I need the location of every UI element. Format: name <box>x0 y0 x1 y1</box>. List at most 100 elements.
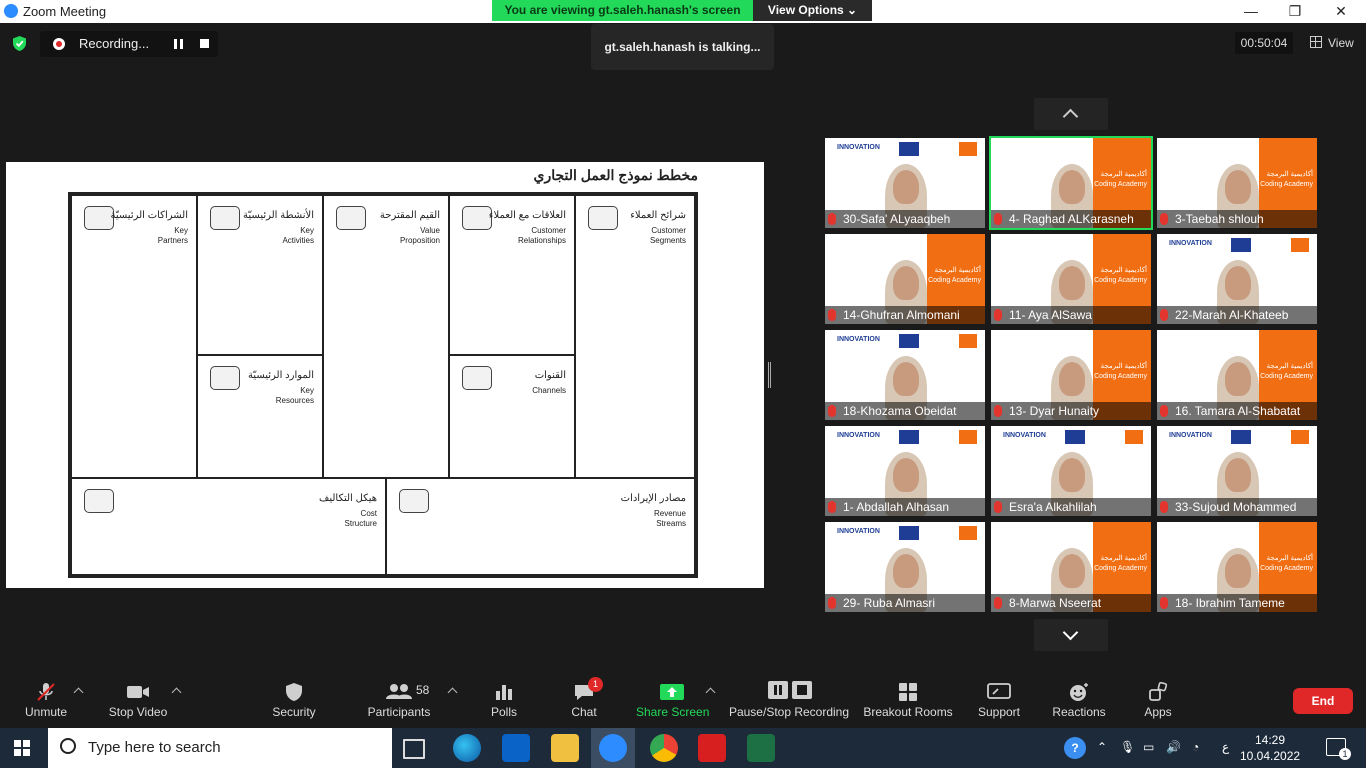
eu-flag-icon <box>1231 238 1251 252</box>
participant-tile[interactable]: INNOVATION 29- Ruba Almasri <box>825 522 985 612</box>
orange-logo-icon <box>959 142 977 156</box>
gallery-prev-page-button[interactable] <box>1034 98 1108 130</box>
eu-flag-icon <box>1065 430 1085 444</box>
participant-tile[interactable]: INNOVATION Esra'a Alkahlilah <box>991 426 1151 516</box>
help-icon[interactable]: ? <box>1064 737 1086 759</box>
eu-flag-icon <box>899 142 919 156</box>
cell-label-ar: العلاقات مع العملاء <box>488 210 566 221</box>
battery-tray-icon[interactable]: ▭ <box>1143 740 1154 754</box>
muted-mic-icon <box>828 501 836 513</box>
participant-tile[interactable]: INNOVATION 30-Safa' ALyaaqbeh <box>825 138 985 228</box>
gift-icon <box>336 206 366 230</box>
participant-name: 13- Dyar Hunaity <box>1009 404 1100 418</box>
muted-mic-icon <box>828 309 836 321</box>
end-meeting-button[interactable]: End <box>1293 688 1353 714</box>
participant-tile[interactable]: أكاديمية البرمجة Coding Academy 16. Tamara… <box>1157 330 1317 420</box>
participant-name: 18-Khozama Obeidat <box>843 404 957 418</box>
participant-face <box>893 170 919 204</box>
participant-face <box>1059 362 1085 396</box>
view-options-button[interactable]: View Options ⌄ <box>753 0 872 21</box>
participant-tile[interactable]: INNOVATION 18-Khozama Obeidat <box>825 330 985 420</box>
security-shield-icon[interactable] <box>11 35 28 52</box>
muted-mic-icon <box>994 597 1002 609</box>
pause-stop-recording-button[interactable]: Pause/Stop Recording <box>728 680 850 719</box>
clock-time: 14:29 <box>1254 733 1286 747</box>
participant-name: 14-Ghufran Almomani <box>843 308 960 322</box>
search-icon <box>60 738 76 754</box>
minimize-button[interactable]: — <box>1228 0 1274 23</box>
cell-label-ar: القنوات <box>534 370 566 381</box>
file-explorer-icon[interactable] <box>551 734 579 762</box>
cell-label-ar: الشراكات الرئيسيّة <box>110 210 189 221</box>
excel-icon[interactable] <box>747 734 775 762</box>
taskbar-clock[interactable]: 14:29 10.04.2022 <box>1240 732 1300 764</box>
task-view-icon[interactable] <box>403 739 425 759</box>
innovation-brand-text: INNOVATION <box>837 432 880 439</box>
cell-label-ar: شرائح العملاء <box>630 210 686 221</box>
muted-mic-icon <box>1160 597 1168 609</box>
muted-mic-icon <box>828 597 836 609</box>
gallery-next-page-button[interactable] <box>1034 619 1108 651</box>
outlook-icon[interactable] <box>502 734 530 762</box>
viewing-screen-banner: You are viewing gt.saleh.hanash's screen <box>492 0 753 21</box>
meeting-timer: 00:50:04 <box>1235 32 1293 54</box>
volume-tray-icon[interactable]: 🔊 <box>1166 740 1181 754</box>
participant-tile[interactable]: أكاديمية البرمجة Coding Academy 8-Marwa Ns… <box>991 522 1151 612</box>
cell-label-en: Key Resources <box>275 386 314 405</box>
edge-browser-icon[interactable] <box>453 734 481 762</box>
participant-tile[interactable]: أكاديمية البرمجة Coding Academy 11- Aya Al… <box>991 234 1151 324</box>
participant-tile[interactable]: INNOVATION 1- Abdallah Alhasan <box>825 426 985 516</box>
cell-label-en: Customer Segments <box>649 226 686 245</box>
breakout-rooms-button[interactable]: Breakout Rooms <box>862 682 954 719</box>
stop-recording-icon[interactable] <box>200 39 209 48</box>
participant-face <box>1225 266 1251 300</box>
record-dot-icon <box>53 38 65 50</box>
language-indicator[interactable]: ع <box>1222 740 1229 754</box>
reactions-button[interactable]: Reactions <box>1050 682 1108 719</box>
participant-tile[interactable]: INNOVATION 22-Marah Al-Khateeb <box>1157 234 1317 324</box>
apps-button[interactable]: Apps <box>1140 681 1176 719</box>
zoom-taskbar-active[interactable] <box>591 728 635 768</box>
participant-tile[interactable]: أكاديمية البرمجة Coding Academy 14-Ghufran… <box>825 234 985 324</box>
participant-tile[interactable]: INNOVATION 33-Sujoud Mohammed <box>1157 426 1317 516</box>
participant-tile[interactable]: أكاديمية البرمجة Coding Academy 18- Ibrahi… <box>1157 522 1317 612</box>
participants-icon <box>386 684 412 699</box>
participant-name: 30-Safa' ALyaaqbeh <box>843 212 951 226</box>
windows-start-icon[interactable] <box>14 740 31 757</box>
heart-icon <box>462 206 492 230</box>
muted-mic-icon <box>994 309 1002 321</box>
polls-button[interactable]: Polls <box>486 682 522 719</box>
chrome-browser-icon[interactable] <box>650 734 678 762</box>
support-button[interactable]: Support <box>974 682 1024 719</box>
cell-label-en: Cost Structure <box>344 509 377 528</box>
maximize-button[interactable]: ❐ <box>1272 0 1318 23</box>
participant-tile[interactable]: أكاديمية البرمجة Coding Academy 13- Dyar H… <box>991 330 1151 420</box>
stop-video-button[interactable]: Stop Video <box>108 682 168 719</box>
acrobat-reader-icon[interactable] <box>698 734 726 762</box>
cell-label-en: Customer Relationships <box>517 226 566 245</box>
participant-tile[interactable]: أكاديمية البرمجة Coding Academy 3-Taebah s… <box>1157 138 1317 228</box>
participant-tile[interactable]: أكاديمية البرمجة Coding Academy 4- Raghad … <box>989 136 1153 230</box>
tray-chevron-up-icon[interactable]: ⌃ <box>1097 740 1107 754</box>
unmute-button[interactable]: Unmute <box>22 682 70 719</box>
apps-label: Apps <box>1144 705 1172 719</box>
recording-indicator: Recording... <box>40 31 218 57</box>
cell-label-en: Channels <box>532 386 566 395</box>
cell-label-en: Revenue Streams <box>653 509 686 528</box>
participant-face <box>893 266 919 300</box>
pause-recording-icon[interactable] <box>174 39 183 49</box>
polls-bar-chart-icon <box>496 685 512 700</box>
cell-key-resources: الموارد الرئيسيّة Key Resources <box>197 355 323 478</box>
close-button[interactable]: ✕ <box>1318 0 1364 23</box>
cash-register-icon <box>399 489 429 513</box>
share-screen-button[interactable]: Share Screen <box>636 682 709 719</box>
network-tray-icon[interactable]: ◔ <box>1192 740 1199 754</box>
security-button[interactable]: Security <box>268 682 320 719</box>
microphone-tray-icon[interactable]: 🎙 <box>1120 740 1135 754</box>
participant-name: 11- Aya AlSawa <box>1009 308 1092 322</box>
participant-face <box>893 554 919 588</box>
eu-flag-icon <box>899 526 919 540</box>
taskbar-search-box[interactable]: Type here to search <box>48 728 392 768</box>
panel-resize-handle[interactable] <box>768 362 771 388</box>
view-button[interactable]: View <box>1310 32 1360 54</box>
